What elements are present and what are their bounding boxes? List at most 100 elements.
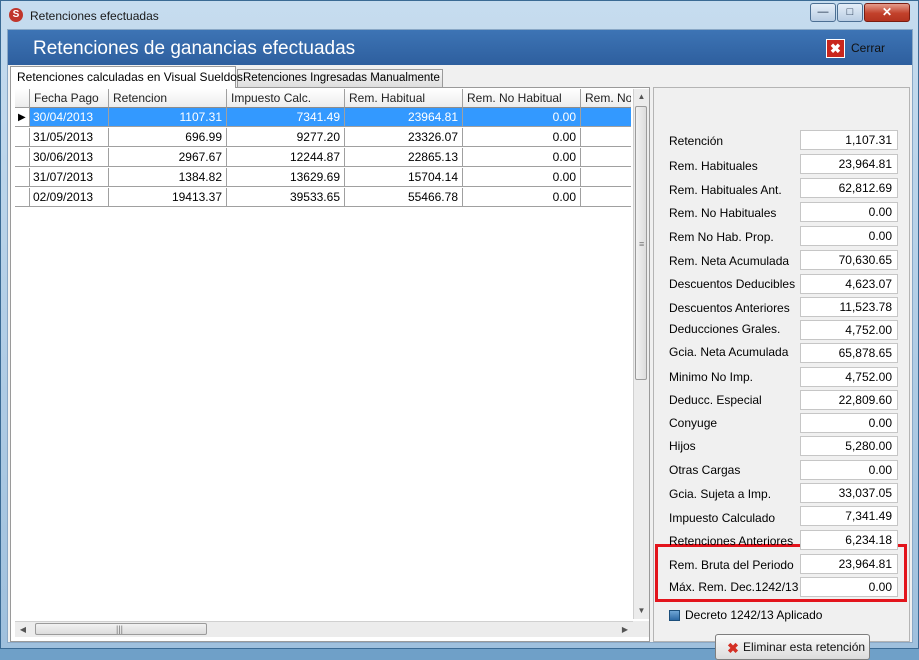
maximize-button[interactable]: □ xyxy=(837,3,863,22)
row-indicator[interactable] xyxy=(15,128,30,147)
cell-retencion[interactable]: 696.99 xyxy=(109,128,227,147)
table-row[interactable]: 31/05/2013 696.99 9277.20 23326.07 0.00 xyxy=(15,128,631,147)
window-close-button[interactable]: ✕ xyxy=(864,3,910,22)
summary-14-value-field[interactable]: 0.00 xyxy=(800,460,898,480)
summary-12-value-field[interactable]: 0.00 xyxy=(800,413,898,433)
table-row[interactable]: 31/07/2013 1384.82 13629.69 15704.14 0.00 xyxy=(15,168,631,187)
row-indicator[interactable] xyxy=(15,168,30,187)
summary-7-value-field[interactable]: 11,523.78 xyxy=(800,297,898,317)
summary-19-value-field[interactable]: 0.00 xyxy=(800,577,898,597)
cell-fecha-pago[interactable]: 31/05/2013 xyxy=(30,128,109,147)
horizontal-scroll-thumb[interactable]: ||| xyxy=(35,623,207,635)
cell-rem-no-habitual[interactable]: 0.00 xyxy=(463,168,581,187)
col-header-rem-habitual[interactable]: Rem. Habitual xyxy=(345,89,463,108)
table-row[interactable]: 02/09/2013 19413.37 39533.65 55466.78 0.00 xyxy=(15,188,631,207)
summary-16-value-field[interactable]: 7,341.49 xyxy=(800,506,898,526)
row-indicator[interactable] xyxy=(15,188,30,207)
row-indicator[interactable] xyxy=(15,148,30,167)
summary-8-value-field[interactable]: 4,752.00 xyxy=(800,320,898,340)
tab-retenciones-calculadas[interactable]: Retenciones calculadas en Visual Sueldos xyxy=(10,66,243,88)
cell-impuesto-calc[interactable]: 9277.20 xyxy=(227,128,345,147)
summary-11-value-field[interactable]: 22,809.60 xyxy=(800,390,898,410)
cell-rem-no-habitual[interactable]: 0.00 xyxy=(463,108,581,127)
cell-fecha-pago[interactable]: 30/04/2013 xyxy=(30,108,109,127)
col-header-retencion[interactable]: Retencion xyxy=(109,89,227,108)
cell-rem-habitual[interactable]: 55466.78 xyxy=(345,188,463,207)
scroll-up-arrow-icon[interactable]: ▲ xyxy=(634,89,649,105)
close-icon: ✖ xyxy=(826,39,845,58)
retenciones-grid[interactable]: Fecha Pago Retencion Impuesto Calc. Rem.… xyxy=(15,89,631,619)
cell-fecha-pago[interactable]: 02/09/2013 xyxy=(30,188,109,207)
cell-rem-habitual[interactable]: 22865.13 xyxy=(345,148,463,167)
cell-rem-habitual[interactable]: 15704.14 xyxy=(345,168,463,187)
summary-0-value-field[interactable]: 1,107.31 xyxy=(800,130,898,150)
summary-3-value-field[interactable]: 0.00 xyxy=(800,202,898,222)
summary-15-value-field[interactable]: 33,037.05 xyxy=(800,483,898,503)
cell-impuesto-calc[interactable]: 12244.87 xyxy=(227,148,345,167)
cell-rem-no-habitual[interactable]: 0.00 xyxy=(463,188,581,207)
cell-rem-no-habitual[interactable]: 0.00 xyxy=(463,128,581,147)
summary-13-value-field[interactable]: 5,280.00 xyxy=(800,436,898,456)
summary-17-value-field[interactable]: 6,234.18 xyxy=(800,530,898,550)
cell-fecha-pago[interactable]: 30/06/2013 xyxy=(30,148,109,167)
summary-15-label: Gcia. Sujeta a Imp. xyxy=(669,487,772,501)
table-row[interactable]: ▶ 30/04/2013 1107.31 7341.49 23964.81 0.00 xyxy=(15,108,631,127)
cell-retencion[interactable]: 1384.82 xyxy=(109,168,227,187)
grid-header-row: Fecha Pago Retencion Impuesto Calc. Rem.… xyxy=(15,89,631,108)
scroll-down-arrow-icon[interactable]: ▼ xyxy=(634,603,649,619)
cell-retencion[interactable]: 1107.31 xyxy=(109,108,227,127)
summary-10-value-field[interactable]: 4,752.00 xyxy=(800,367,898,387)
scroll-right-arrow-icon[interactable]: ▶ xyxy=(617,622,633,637)
summary-6-value-field[interactable]: 4,623.07 xyxy=(800,274,898,294)
summary-12-label: Conyuge xyxy=(669,416,718,430)
row-header-corner xyxy=(15,89,30,108)
vertical-scroll-thumb[interactable]: ≡ xyxy=(635,106,647,380)
cerrar-label: Cerrar xyxy=(851,41,886,55)
eliminar-retencion-label: Eliminar esta retención xyxy=(743,640,866,654)
summary-9-label: Gcia. Neta Acumulada xyxy=(669,345,789,359)
cell-rem-no[interactable] xyxy=(581,148,631,167)
cell-rem-no[interactable] xyxy=(581,108,631,127)
col-header-rem-no-habitual[interactable]: Rem. No Habitual xyxy=(463,89,581,108)
minimize-button[interactable]: — xyxy=(810,3,836,22)
tab-retenciones-ingresadas[interactable]: Retenciones Ingresadas Manualmente xyxy=(237,69,443,88)
table-row[interactable]: 30/06/2013 2967.67 12244.87 22865.13 0.00 xyxy=(15,148,631,167)
summary-5-value-field[interactable]: 70,630.65 xyxy=(800,250,898,270)
summary-2-label: Rem. Habituales Ant. xyxy=(669,183,782,197)
cell-rem-no[interactable] xyxy=(581,168,631,187)
summary-1-label: Rem. Habituales xyxy=(669,159,758,173)
retenciones-tab-panel: Fecha Pago Retencion Impuesto Calc. Rem.… xyxy=(10,87,650,642)
cell-retencion[interactable]: 19413.37 xyxy=(109,188,227,207)
cell-rem-no-habitual[interactable]: 0.00 xyxy=(463,148,581,167)
grid-horizontal-scrollbar[interactable]: ◀ ||| ▶ xyxy=(15,621,633,637)
col-header-impuesto-calc[interactable]: Impuesto Calc. xyxy=(227,89,345,108)
summary-9-value-field[interactable]: 65,878.65 xyxy=(800,343,898,363)
summary-4-value-field[interactable]: 0.00 xyxy=(800,226,898,246)
decreto-checkbox-label[interactable]: Decreto 1242/13 Aplicado xyxy=(685,608,822,622)
summary-18-value-field[interactable]: 23,964.81 xyxy=(800,554,898,574)
cell-rem-no[interactable] xyxy=(581,128,631,147)
cell-rem-no[interactable] xyxy=(581,188,631,207)
cell-rem-habitual[interactable]: 23964.81 xyxy=(345,108,463,127)
grid-vertical-scrollbar[interactable]: ▲ ≡ ▼ xyxy=(633,89,649,619)
summary-13-label: Hijos xyxy=(669,439,696,453)
summary-2-value-field[interactable]: 62,812.69 xyxy=(800,178,898,198)
cell-fecha-pago[interactable]: 31/07/2013 xyxy=(30,168,109,187)
title-bar[interactable]: S Retenciones efectuadas — □ ✕ xyxy=(1,1,918,29)
cell-impuesto-calc[interactable]: 13629.69 xyxy=(227,168,345,187)
decreto-checkbox[interactable] xyxy=(669,610,680,621)
col-header-rem-no[interactable]: Rem. No xyxy=(581,89,631,108)
cell-retencion[interactable]: 2967.67 xyxy=(109,148,227,167)
summary-4-label: Rem No Hab. Prop. xyxy=(669,230,774,244)
cell-rem-habitual[interactable]: 23326.07 xyxy=(345,128,463,147)
cell-impuesto-calc[interactable]: 39533.65 xyxy=(227,188,345,207)
col-header-fecha-pago[interactable]: Fecha Pago xyxy=(30,89,109,108)
eliminar-retencion-button[interactable]: ✖ Eliminar esta retención xyxy=(715,634,870,660)
cell-impuesto-calc[interactable]: 7341.49 xyxy=(227,108,345,127)
summary-6-label: Descuentos Deducibles xyxy=(669,277,796,291)
header-bar: Retenciones de ganancias efectuadas ✖ Ce… xyxy=(8,30,912,65)
summary-1-value-field[interactable]: 23,964.81 xyxy=(800,154,898,174)
summary-18-label: Rem. Bruta del Periodo xyxy=(669,558,794,572)
row-indicator[interactable]: ▶ xyxy=(15,108,30,127)
scroll-left-arrow-icon[interactable]: ◀ xyxy=(15,622,31,637)
